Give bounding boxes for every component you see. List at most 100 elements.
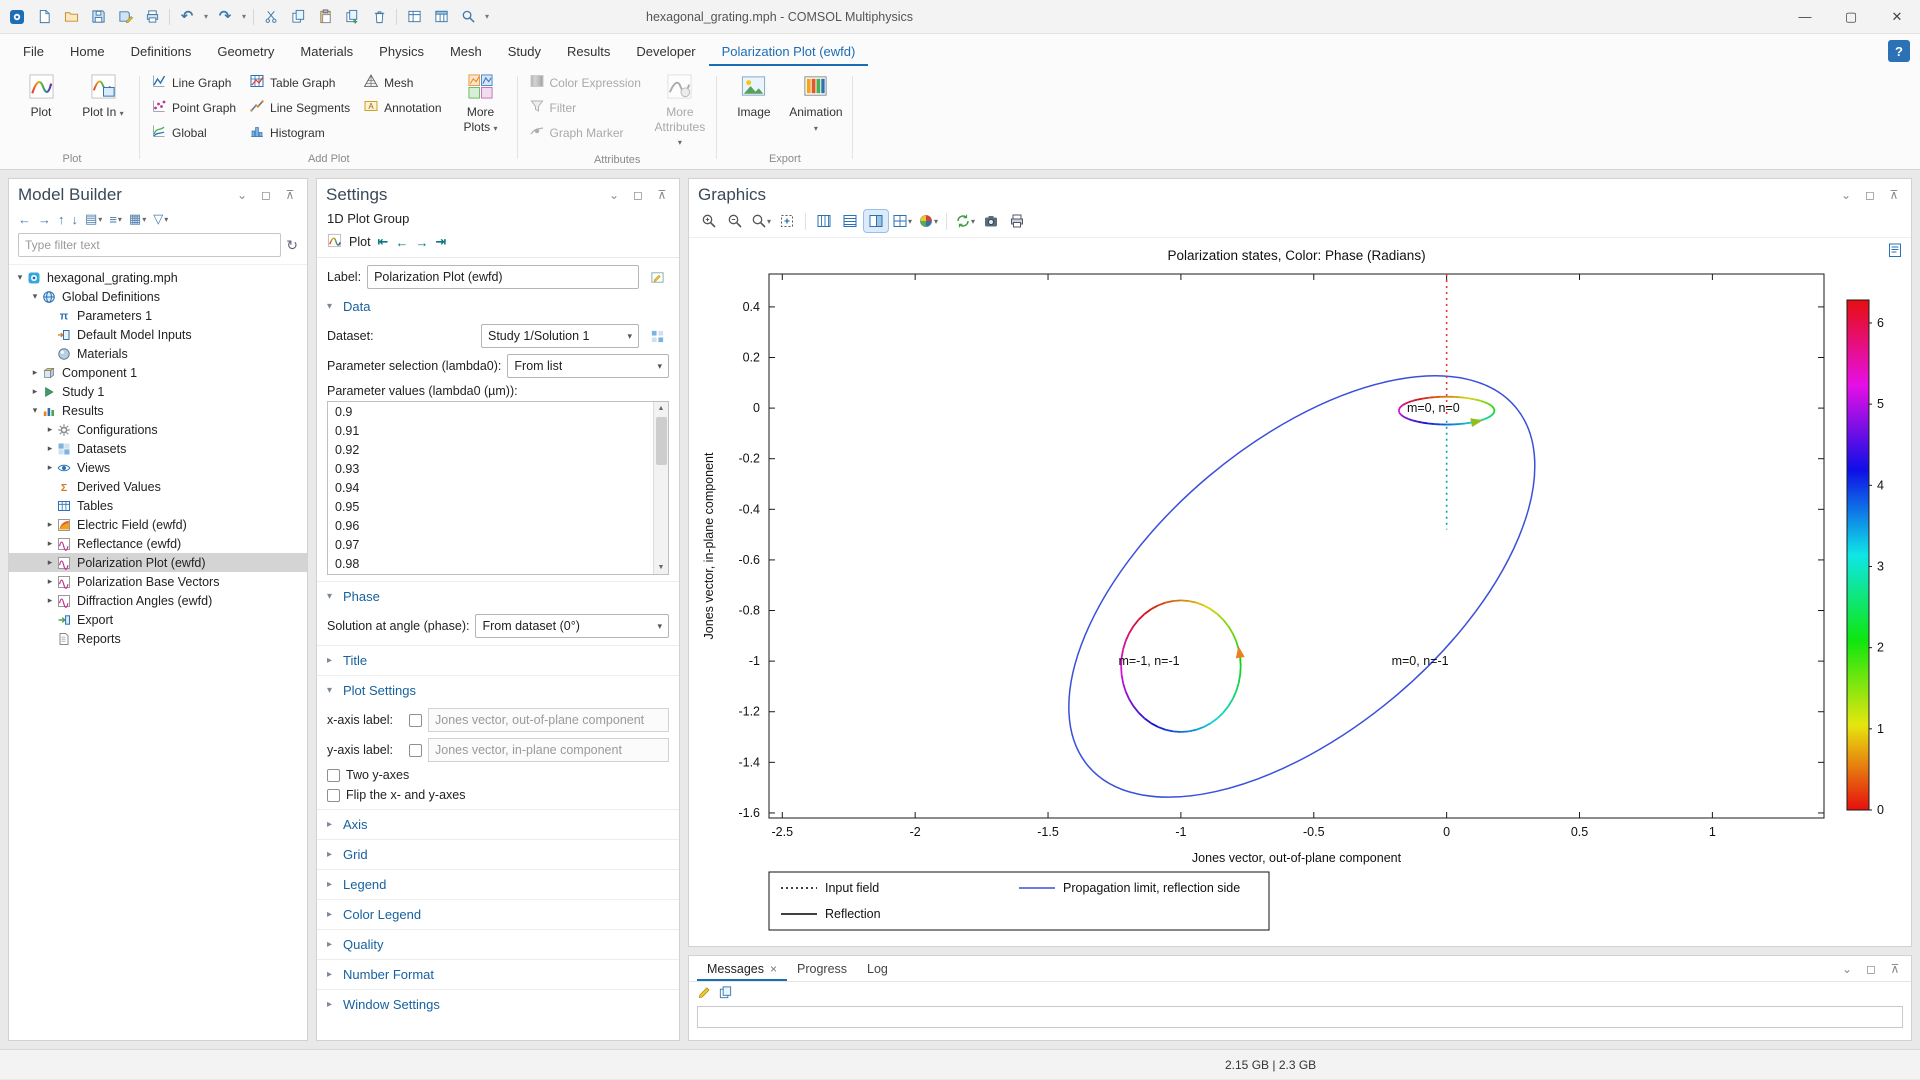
- plot-next-button[interactable]: →: [415, 235, 428, 250]
- param-value-item[interactable]: 0.95: [328, 497, 653, 516]
- move-down-button[interactable]: ↓: [72, 212, 79, 227]
- tree-expander-icon[interactable]: ▸: [43, 538, 57, 549]
- section-window-settings[interactable]: ▸Window Settings: [317, 989, 679, 1019]
- move-up-button[interactable]: ↑: [58, 212, 65, 227]
- print-button[interactable]: [139, 4, 165, 30]
- plot-first-button[interactable]: ⇤: [378, 234, 389, 250]
- float-panel-icon[interactable]: ◻: [1862, 188, 1878, 202]
- maximize-button[interactable]: ▢: [1828, 0, 1874, 34]
- menu-tab-polarization-plot-ewfd[interactable]: Polarization Plot (ewfd): [709, 37, 869, 66]
- collapse-all-button[interactable]: ≡▾: [109, 212, 122, 227]
- forward-button[interactable]: →: [38, 212, 51, 227]
- plot-last-button[interactable]: ⇥: [435, 234, 446, 250]
- section-title[interactable]: ▸ Title: [317, 645, 679, 675]
- tree-item-polarization-plot-ewfd[interactable]: ▸Polarization Plot (ewfd): [9, 553, 307, 572]
- section-color-legend[interactable]: ▸Color Legend: [317, 899, 679, 929]
- section-number-format[interactable]: ▸Number Format: [317, 959, 679, 989]
- close-button[interactable]: ✕: [1874, 0, 1920, 34]
- point-graph-button[interactable]: Point Graph: [148, 96, 242, 119]
- undo-dropdown-caret[interactable]: ▾: [201, 12, 211, 21]
- scroll-up-icon[interactable]: ▲: [658, 402, 665, 415]
- menu-tab-definitions[interactable]: Definitions: [118, 37, 205, 66]
- edit-dataset-button[interactable]: [645, 324, 669, 348]
- messages-content[interactable]: [697, 1006, 1903, 1028]
- flip-axes-checkbox[interactable]: [327, 789, 340, 802]
- annotation-button[interactable]: A Annotation: [360, 96, 447, 119]
- cut-button[interactable]: [258, 4, 284, 30]
- param-value-item[interactable]: 0.9: [328, 402, 653, 421]
- tree-item-results[interactable]: ▾Results: [9, 401, 307, 420]
- xaxis-label-checkbox[interactable]: [409, 714, 422, 727]
- redo-button[interactable]: ↷: [212, 4, 238, 30]
- window-layout-button[interactable]: ▾: [890, 210, 914, 232]
- tree-expander-icon[interactable]: ▸: [43, 576, 57, 587]
- histogram-button[interactable]: Histogram: [246, 121, 356, 144]
- update-plot-button[interactable]: ▾: [953, 210, 977, 232]
- paste-button[interactable]: [312, 4, 338, 30]
- listbox-scrollbar[interactable]: ▲ ▼: [653, 402, 668, 574]
- line-graph-button[interactable]: Line Graph: [148, 71, 242, 94]
- tree-item-study-1[interactable]: ▸Study 1: [9, 382, 307, 401]
- tree-expander-icon[interactable]: ▸: [43, 424, 57, 435]
- tree-item-default-model-inputs[interactable]: Default Model Inputs: [9, 325, 307, 344]
- plot-in-button[interactable]: Plot In ▾: [74, 69, 132, 124]
- new-file-button[interactable]: [31, 4, 57, 30]
- save-as-button[interactable]: [112, 4, 138, 30]
- param-value-item[interactable]: 0.93: [328, 459, 653, 478]
- tree-expander-icon[interactable]: ▸: [28, 386, 42, 397]
- param-value-item[interactable]: 0.94: [328, 478, 653, 497]
- scrollbar-thumb[interactable]: [656, 417, 667, 465]
- show-options-button[interactable]: ▤▾: [85, 211, 102, 227]
- param-selection-select[interactable]: From list▾: [507, 354, 669, 378]
- panel-menu-icon[interactable]: ⌄: [234, 188, 250, 202]
- tree-expander-icon[interactable]: ▾: [28, 291, 42, 302]
- delete-button[interactable]: [366, 4, 392, 30]
- line-segments-button[interactable]: Line Segments: [246, 96, 356, 119]
- section-data[interactable]: ▾ Data: [317, 292, 679, 321]
- global-button[interactable]: Global: [148, 121, 242, 144]
- section-quality[interactable]: ▸Quality: [317, 929, 679, 959]
- axis-list-toggle-button[interactable]: [838, 210, 862, 232]
- param-value-item[interactable]: 0.98: [328, 554, 653, 573]
- open-file-button[interactable]: [58, 4, 84, 30]
- section-axis[interactable]: ▸Axis: [317, 809, 679, 839]
- label-input[interactable]: [367, 265, 639, 289]
- tree-expander-icon[interactable]: ▸: [28, 367, 42, 378]
- undo-button[interactable]: ↶: [174, 4, 200, 30]
- panel-menu-icon[interactable]: ⌄: [606, 188, 622, 202]
- tree-expander-icon[interactable]: ▾: [13, 272, 27, 283]
- tree-expander-icon[interactable]: ▸: [43, 462, 57, 473]
- tree-item-export[interactable]: Export: [9, 610, 307, 629]
- tree-item-tables[interactable]: Tables: [9, 496, 307, 515]
- save-button[interactable]: [85, 4, 111, 30]
- more-plots-button[interactable]: More Plots ▾: [452, 69, 510, 138]
- menu-tab-mesh[interactable]: Mesh: [437, 37, 495, 66]
- menu-tab-materials[interactable]: Materials: [287, 37, 366, 66]
- plot-button[interactable]: Plot: [12, 69, 70, 124]
- menu-tab-geometry[interactable]: Geometry: [204, 37, 287, 66]
- tree-item-reflectance-ewfd[interactable]: ▸Reflectance (ewfd): [9, 534, 307, 553]
- menu-tab-file[interactable]: File: [10, 37, 57, 66]
- section-plot-settings[interactable]: ▾ Plot Settings: [317, 675, 679, 705]
- appearance-button[interactable]: ▾: [916, 210, 940, 232]
- dataset-select[interactable]: Study 1/Solution 1▾: [481, 324, 639, 348]
- snapshot-button[interactable]: [979, 210, 1003, 232]
- print-plot-button[interactable]: [1005, 210, 1029, 232]
- back-button[interactable]: ←: [18, 212, 31, 227]
- tree-item-diffraction-angles-ewfd[interactable]: ▸Diffraction Angles (ewfd): [9, 591, 307, 610]
- plot-svg[interactable]: Polarization states, Color: Phase (Radia…: [689, 238, 1909, 938]
- panel-menu-icon[interactable]: ⌄: [1839, 962, 1855, 976]
- tree-item-electric-field-ewfd[interactable]: ▸Electric Field (ewfd): [9, 515, 307, 534]
- tab-log[interactable]: Log: [857, 956, 898, 981]
- animation-button[interactable]: Animation ▾: [787, 69, 845, 138]
- tab-messages[interactable]: Messages×: [697, 956, 787, 981]
- zoom-out-button[interactable]: [723, 210, 747, 232]
- section-phase[interactable]: ▾ Phase: [317, 581, 679, 611]
- tree-item-parameters-1[interactable]: πParameters 1: [9, 306, 307, 325]
- tree-expander-icon[interactable]: ▸: [43, 443, 57, 454]
- tree-item-polarization-base-vectors[interactable]: ▸Polarization Base Vectors: [9, 572, 307, 591]
- tree-item-configurations[interactable]: ▸Configurations: [9, 420, 307, 439]
- qat-customize-caret[interactable]: ▾: [482, 12, 492, 21]
- rename-label-button[interactable]: [645, 265, 669, 289]
- param-value-item[interactable]: 0.92: [328, 440, 653, 459]
